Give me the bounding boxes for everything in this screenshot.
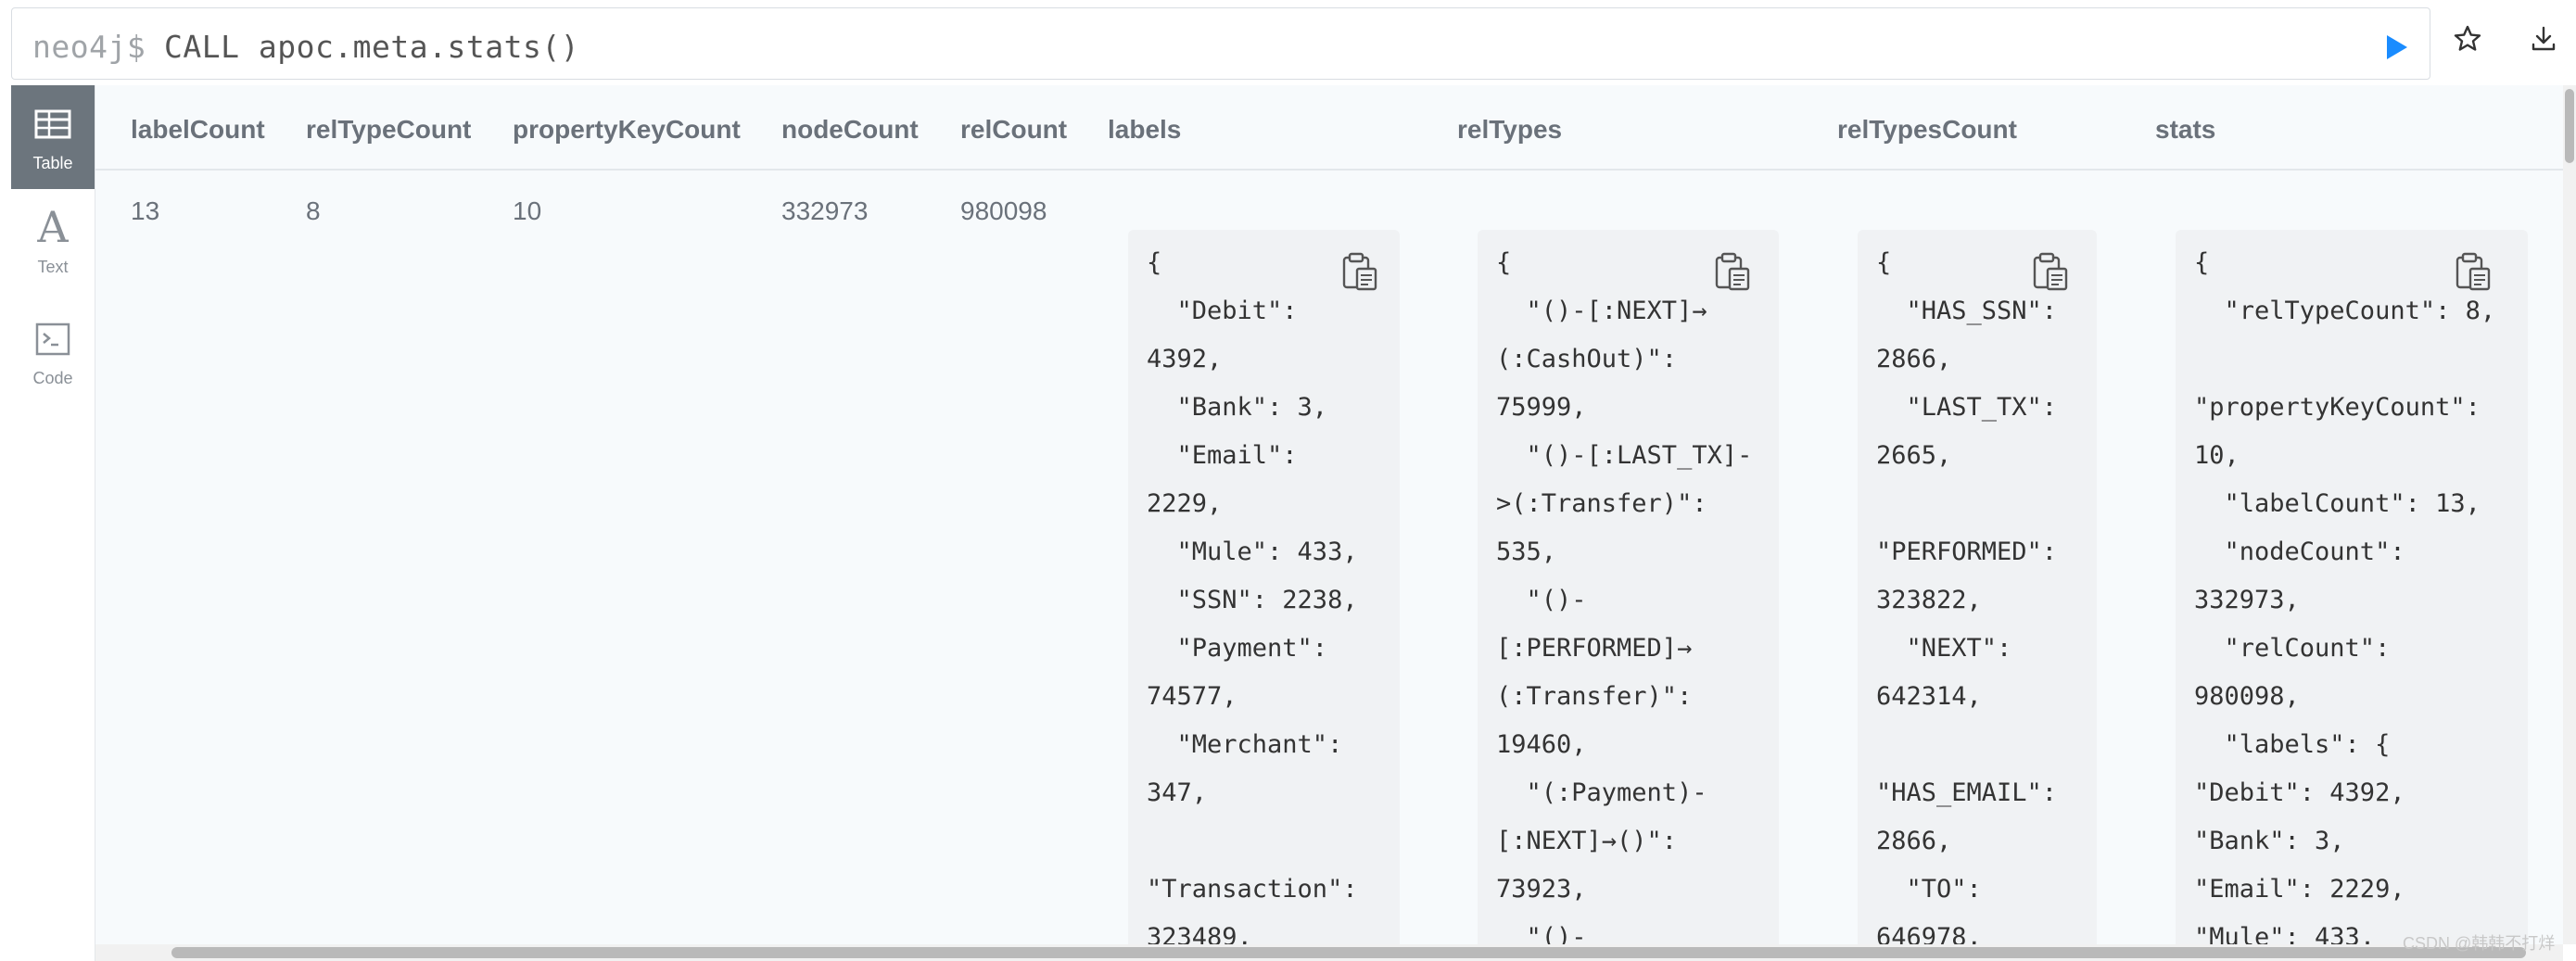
column-header-reltypecount[interactable]: relTypeCount <box>306 115 471 145</box>
cell-labels: { "Debit": 4392, "Bank": 3, "Email": 222… <box>1128 230 1400 944</box>
column-header-reltypes[interactable]: relTypes <box>1457 115 1562 145</box>
view-table-button[interactable]: Table <box>11 85 95 189</box>
cell-labelcount: 13 <box>131 196 160 225</box>
column-header-reltypescount[interactable]: relTypesCount <box>1837 115 2017 145</box>
vertical-scrollbar[interactable] <box>2563 85 2576 944</box>
vertical-scrollbar-thumb[interactable] <box>2565 89 2574 163</box>
view-code-label: Code <box>32 369 73 387</box>
star-icon[interactable] <box>2451 22 2484 56</box>
download-icon[interactable] <box>2527 22 2560 56</box>
clipboard-icon[interactable] <box>2452 250 2494 293</box>
editor-prompt: neo4j$ <box>32 29 146 65</box>
reltypescount-json: { "HAS_SSN": 2866, "LAST_TX": 2665, "PER… <box>1876 248 2058 944</box>
column-header-propertykeycount[interactable]: propertyKeyCount <box>513 115 741 145</box>
watermark: CSDN @韩韩不打烊 <box>2403 934 2556 953</box>
horizontal-scrollbar[interactable] <box>95 944 2563 961</box>
view-code-button[interactable]: Code <box>11 300 95 404</box>
clipboard-icon[interactable] <box>2029 250 2072 293</box>
horizontal-scrollbar-thumb[interactable] <box>171 947 2526 958</box>
query-editor[interactable]: neo4j$ CALL apoc.meta.stats() <box>11 7 2430 80</box>
query-bar: neo4j$ CALL apoc.meta.stats() <box>0 0 2576 85</box>
results-table: labelCount relTypeCount propertyKeyCount… <box>95 85 2563 944</box>
cell-nodecount: 332973 <box>781 196 869 225</box>
column-header-labelcount[interactable]: labelCount <box>131 115 265 145</box>
labels-json: { "Debit": 4392, "Bank": 3, "Email": 222… <box>1147 248 1358 944</box>
column-header-labels[interactable]: labels <box>1108 115 1181 145</box>
column-header-nodecount[interactable]: nodeCount <box>781 115 919 145</box>
cell-reltypecount: 8 <box>306 196 321 225</box>
view-text-label: Text <box>37 258 69 276</box>
table-header: labelCount relTypeCount propertyKeyCount… <box>95 85 2563 171</box>
column-header-stats[interactable]: stats <box>2155 115 2215 145</box>
code-icon <box>35 322 70 356</box>
cell-reltypes: { "()-[:NEXT]→ (:CashOut)": 75999, "()-[… <box>1478 230 1779 944</box>
cell-stats: { "relTypeCount": 8, "propertyKeyCount":… <box>2176 230 2528 944</box>
stats-json: { "relTypeCount": 8, "propertyKeyCount":… <box>2194 248 2496 944</box>
cell-reltypescount: { "HAS_SSN": 2866, "LAST_TX": 2665, "PER… <box>1858 230 2097 944</box>
clipboard-icon[interactable] <box>1339 250 1381 293</box>
view-text-button[interactable]: A Text <box>11 189 95 293</box>
clipboard-icon[interactable] <box>1711 250 1754 293</box>
cell-propertykeycount: 10 <box>513 196 542 225</box>
view-table-label: Table <box>32 154 73 172</box>
reltypes-json: { "()-[:NEXT]→ (:CashOut)": 75999, "()-[… <box>1496 248 1753 944</box>
table-icon <box>34 109 71 139</box>
column-header-relcount[interactable]: relCount <box>960 115 1067 145</box>
text-icon: A <box>37 202 69 252</box>
view-sidebar: Table A Text Code <box>0 85 95 961</box>
play-icon[interactable] <box>2381 32 2411 62</box>
query-text[interactable]: CALL apoc.meta.stats() <box>164 29 579 65</box>
cell-relcount: 980098 <box>960 196 1047 225</box>
